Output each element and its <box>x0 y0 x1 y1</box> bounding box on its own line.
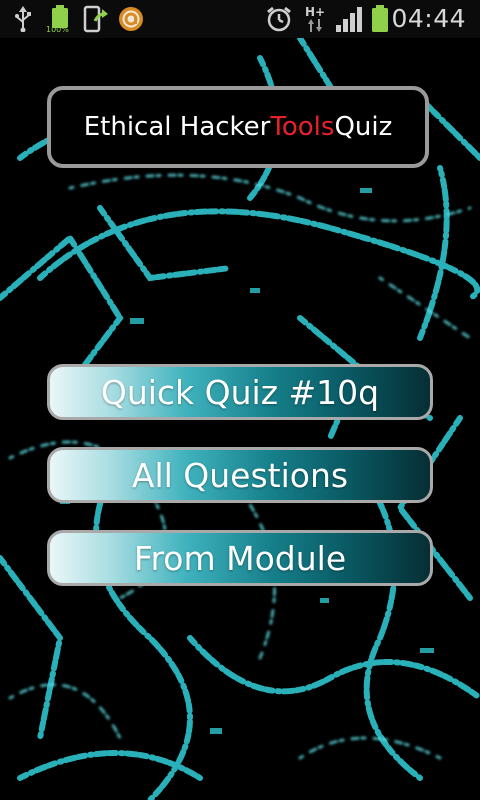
network-type-label: H+ <box>304 4 326 19</box>
clock: 04:44 <box>391 4 466 33</box>
battery-percent-label: 100% <box>46 25 69 34</box>
usb-icon <box>10 0 36 38</box>
title-text-part2: Quiz <box>334 112 393 142</box>
quick-quiz-button[interactable]: Quick Quiz #10q <box>47 364 433 420</box>
app-notification-icon <box>117 0 145 38</box>
from-module-button[interactable]: From Module <box>47 530 433 586</box>
network-data-icon: H+ <box>302 0 328 38</box>
battery-icon <box>369 0 391 38</box>
app-screen: 100% H+ 04:44 Ethical Hacker Tools Quiz … <box>0 0 480 800</box>
status-bar: 100% H+ 04:44 <box>0 0 480 38</box>
phone-update-icon <box>82 0 110 38</box>
app-title-box: Ethical Hacker Tools Quiz <box>47 86 429 168</box>
all-questions-button[interactable]: All Questions <box>47 447 433 503</box>
signal-bars-icon <box>334 0 366 38</box>
title-text-part1: Ethical Hacker <box>83 112 271 142</box>
title-text-accent: Tools <box>270 112 335 142</box>
alarm-icon <box>264 0 294 38</box>
